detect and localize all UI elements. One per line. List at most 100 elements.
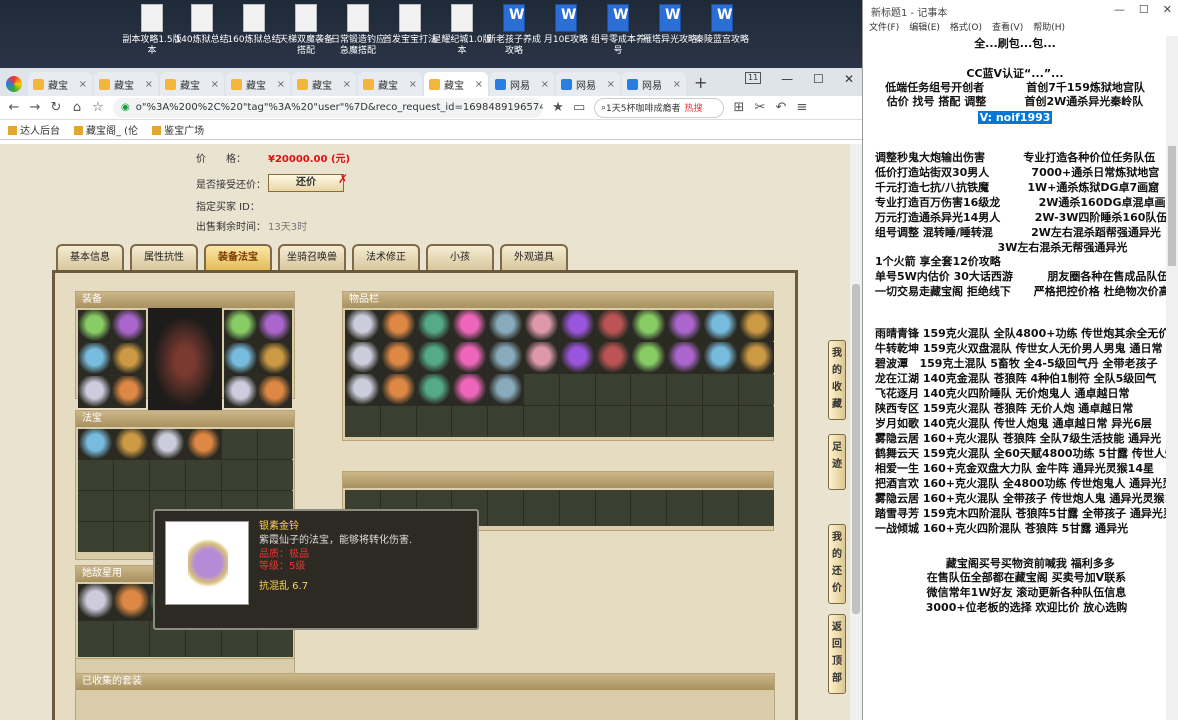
browser-tab[interactable]: 藏宝 × <box>424 72 488 96</box>
fabao-slot[interactable] <box>222 429 257 459</box>
notepad-scrollbar[interactable] <box>1166 36 1178 720</box>
inventory-slot[interactable] <box>595 342 631 373</box>
equip-slot[interactable] <box>258 310 291 342</box>
desktop-file-icon[interactable]: 组号零成本养号 <box>588 4 648 57</box>
browser-tab[interactable]: 藏宝 × <box>292 72 356 96</box>
inventory-slot[interactable] <box>702 406 738 437</box>
inventory-slot[interactable] <box>631 310 667 341</box>
inventory-slot[interactable] <box>452 342 488 373</box>
equip-slot[interactable] <box>78 343 111 375</box>
storage-slot[interactable] <box>667 490 702 526</box>
cut-icon[interactable]: ✂ <box>754 100 766 115</box>
notepad-menu-item[interactable]: 格式(O) <box>950 20 982 36</box>
desktop-file-icon[interactable]: 星耀纪城1.0版本 <box>432 4 492 57</box>
sidebar-icon[interactable]: ▭ <box>573 100 585 115</box>
reload-icon[interactable]: ↻ <box>50 100 62 115</box>
fabao-slot[interactable] <box>186 429 221 459</box>
fabao-slot[interactable] <box>78 491 113 521</box>
inventory-slot[interactable] <box>416 342 452 373</box>
inventory-slot[interactable] <box>345 310 380 341</box>
fabao-slot[interactable] <box>114 460 149 490</box>
inventory-slot[interactable] <box>559 342 595 373</box>
browser-tab[interactable]: 藏宝 × <box>28 72 92 96</box>
inventory-slot[interactable] <box>523 374 559 405</box>
inventory-slot[interactable] <box>667 406 702 437</box>
inventory-slot[interactable] <box>738 406 774 437</box>
inventory-slot[interactable] <box>380 310 416 341</box>
equip-slot[interactable] <box>224 376 257 408</box>
storage-slot[interactable] <box>738 490 774 526</box>
inventory-slot[interactable] <box>452 406 488 437</box>
np-scroll-thumb[interactable] <box>1168 146 1176 266</box>
desktop-file-icon[interactable]: 日常锻造钓应急魔搭配 <box>328 4 388 57</box>
fabao-slot[interactable] <box>78 522 113 552</box>
tab-count-badge[interactable]: 11 <box>744 72 762 84</box>
star-icon[interactable]: ☆ <box>92 100 104 115</box>
notepad-text[interactable]: 全...刷包...包... CC蓝V认证“...”... 低端任务组号开创者 首创7… <box>863 36 1167 720</box>
desktop-file-icon[interactable]: 月10E攻略 <box>536 4 596 46</box>
fabao-slot[interactable] <box>258 429 293 459</box>
search-box[interactable]: ⌕ 1天5杯咖啡成瘾者 热搜 <box>594 97 724 118</box>
inventory-slot[interactable] <box>595 374 631 405</box>
storage-slot[interactable] <box>595 490 631 526</box>
desktop-file-icon[interactable]: 雁塔异光攻略 <box>640 4 700 46</box>
fabao-slot[interactable] <box>222 460 257 490</box>
tab-close-icon[interactable]: × <box>538 79 549 90</box>
tab-close-icon[interactable]: × <box>76 79 87 90</box>
notepad-menu-item[interactable]: 查看(V) <box>992 20 1023 36</box>
tab-4[interactable]: 法术修正 <box>352 244 420 272</box>
fabao-slot[interactable] <box>186 460 221 490</box>
inventory-slot[interactable] <box>559 406 595 437</box>
browser-tab[interactable]: 藏宝 × <box>226 72 290 96</box>
inventory-slot[interactable] <box>488 310 523 341</box>
inventory-slot[interactable] <box>523 310 559 341</box>
side-button-2[interactable]: 我的还价 <box>828 524 846 604</box>
desktop-file-icon[interactable]: 首发宝宝打法 <box>380 4 440 46</box>
inventory-slot[interactable] <box>345 374 380 405</box>
menu-icon[interactable]: ≡ <box>796 100 808 115</box>
home-icon[interactable]: ⌂ <box>71 100 83 115</box>
inventory-slot[interactable] <box>667 310 702 341</box>
browser-logo-icon[interactable] <box>6 76 22 92</box>
tab-close-icon[interactable]: × <box>472 79 483 90</box>
side-button-1[interactable]: 足迹 <box>828 434 846 490</box>
tab-close-icon[interactable]: × <box>406 79 417 90</box>
inventory-slot[interactable] <box>738 310 774 341</box>
tab-5[interactable]: 小孩 <box>426 244 494 272</box>
inventory-slot[interactable] <box>416 310 452 341</box>
pet-slot[interactable] <box>114 621 149 657</box>
storage-slot[interactable] <box>702 490 738 526</box>
inventory-slot[interactable] <box>595 406 631 437</box>
notepad-menu-item[interactable]: 编辑(E) <box>909 20 940 36</box>
inventory-slot[interactable] <box>738 374 774 405</box>
pet-slot[interactable] <box>78 584 113 620</box>
fabao-slot[interactable] <box>258 460 293 490</box>
tab-close-icon[interactable]: × <box>340 79 351 90</box>
maximize-icon[interactable]: ☐ <box>813 72 824 86</box>
inventory-slot[interactable] <box>595 310 631 341</box>
equip-slot[interactable] <box>112 310 145 342</box>
tab-6[interactable]: 外观道具 <box>500 244 568 272</box>
new-tab-icon[interactable]: + <box>694 73 707 92</box>
minimize-icon[interactable]: — <box>781 72 793 86</box>
side-button-3[interactable]: 返回顶部 <box>828 614 846 694</box>
notepad-menu-item[interactable]: 帮助(H) <box>1033 20 1065 36</box>
inventory-slot[interactable] <box>345 406 380 437</box>
inventory-slot[interactable] <box>380 406 416 437</box>
forward-icon[interactable]: → <box>29 100 41 115</box>
pet-slot[interactable] <box>114 584 149 620</box>
fabao-slot[interactable] <box>114 491 149 521</box>
inventory-slot[interactable] <box>523 406 559 437</box>
extension-icon[interactable]: ⊞ <box>733 100 745 115</box>
inventory-slot[interactable] <box>416 406 452 437</box>
browser-tab[interactable]: 网易 × <box>490 72 554 96</box>
browser-tab[interactable]: 藏宝 × <box>94 72 158 96</box>
browser-tab[interactable]: 藏宝 × <box>358 72 422 96</box>
tab-3[interactable]: 坐骑召唤兽 <box>278 244 346 272</box>
tab-close-icon[interactable]: × <box>604 79 615 90</box>
np-maximize-icon[interactable]: ☐ <box>1139 3 1149 16</box>
tab-2[interactable]: 装备法宝 <box>204 244 272 272</box>
storage-slot[interactable] <box>559 490 595 526</box>
inventory-slot[interactable] <box>488 406 523 437</box>
counter-offer-button[interactable]: 还价 <box>268 174 344 192</box>
